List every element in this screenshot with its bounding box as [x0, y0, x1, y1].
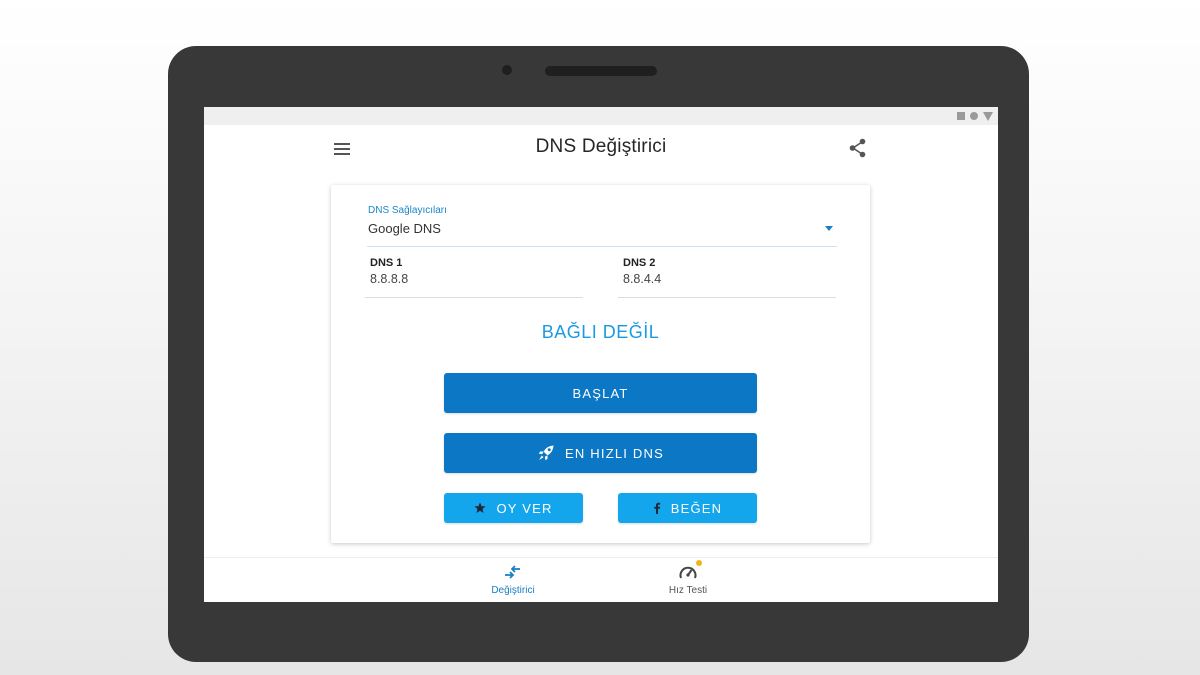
dns1-label: DNS 1 [370, 257, 403, 269]
vote-button[interactable]: OY VER [444, 493, 583, 523]
connection-status: BAĞLI DEĞİL [541, 322, 660, 342]
tablet-device-frame: DNS Değiştirici DNS Sağlayıcıları Google… [168, 46, 1029, 662]
like-button-label: BEĞEN [670, 500, 723, 516]
notification-icon [957, 112, 965, 120]
start-button[interactable]: BAŞLAT [444, 373, 757, 413]
dns-settings-card: DNS Sağlayıcıları Google DNS DNS 1 8.8.8… [331, 185, 870, 543]
system-status-bar [204, 107, 998, 125]
nav-item-changer-label: Değiştirici [491, 585, 535, 596]
share-icon[interactable] [847, 137, 869, 159]
nav-item-speed-test-label: Hız Testi [668, 585, 708, 596]
dropdown-arrow-icon [825, 226, 833, 231]
fastest-dns-button-label: EN HIZLI DNS [565, 445, 664, 461]
dns2-label: DNS 2 [623, 257, 656, 269]
dns2-field[interactable]: DNS 2 8.8.4.4 [618, 257, 836, 298]
start-button-label: BAŞLAT [572, 385, 629, 401]
swap-arrows-icon [503, 564, 523, 582]
dns2-value: 8.8.4.4 [623, 272, 662, 286]
camera-icon [502, 65, 512, 75]
speaker-grille [545, 66, 657, 76]
app-bar: DNS Değiştirici [204, 125, 998, 171]
bottom-navigation: Değiştirici Hız Testi [204, 557, 998, 602]
sync-icon [970, 112, 978, 120]
like-button[interactable]: BEĞEN [618, 493, 757, 523]
vote-button-label: OY VER [496, 500, 553, 516]
fastest-dns-button[interactable]: EN HIZLI DNS [444, 433, 757, 473]
dns-provider-label: DNS Sağlayıcıları [368, 205, 447, 216]
speedometer-icon [678, 564, 698, 582]
dns-provider-value: Google DNS [368, 221, 441, 236]
dns1-field[interactable]: DNS 1 8.8.8.8 [365, 257, 583, 298]
app-screen: DNS Değiştirici DNS Sağlayıcıları Google… [204, 107, 998, 602]
star-icon [474, 502, 487, 514]
nav-item-changer[interactable]: Değiştirici [463, 558, 563, 602]
nav-item-speed-test[interactable]: Hız Testi [638, 558, 738, 602]
rocket-icon [537, 444, 555, 462]
notification-badge [696, 560, 702, 566]
page-title: DNS Değiştirici [535, 136, 667, 157]
signal-icon [983, 111, 993, 121]
dns-provider-select[interactable]: DNS Sağlayıcıları Google DNS [367, 205, 837, 247]
status-icons [957, 111, 993, 121]
dns1-value: 8.8.8.8 [370, 272, 409, 286]
facebook-icon [653, 502, 661, 514]
